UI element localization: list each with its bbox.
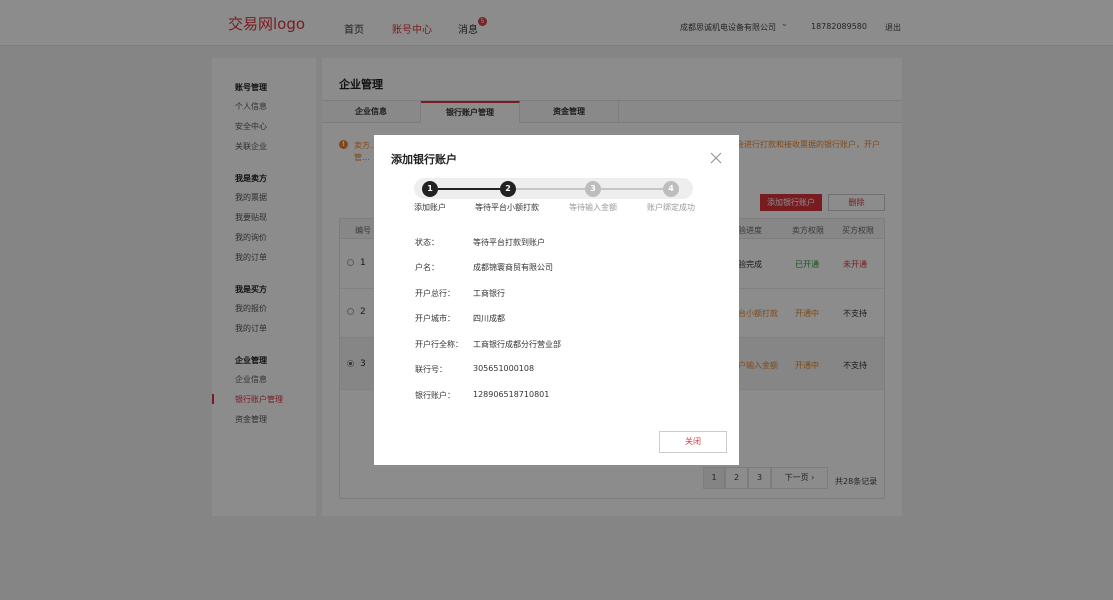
field-value-branch-name: 工商银行成都分行营业部 (473, 340, 561, 349)
step-connector (601, 188, 663, 190)
field-label-account-number: 银行账户： (415, 391, 455, 400)
step-2-circle: 2 (500, 181, 516, 197)
close-button[interactable]: 关闭 (659, 431, 727, 453)
step-1-label: 添加账户 (414, 203, 446, 212)
field-label-city: 开户城市： (415, 314, 455, 323)
step-4-circle: 4 (663, 181, 679, 197)
step-connector (438, 188, 500, 190)
field-value-bank-code: 305651000108 (473, 364, 535, 373)
field-label-branch-name: 开户行全称： (415, 340, 463, 349)
field-value-city: 四川成都 (473, 314, 505, 323)
dialog-title: 添加银行账户 (391, 153, 457, 166)
field-value-head-bank: 工商银行 (473, 289, 505, 298)
add-bank-account-dialog: 添加银行账户 1 2 3 4 添加账户 等待平台小额打款 等待输入金额 账户绑定… (374, 135, 739, 465)
step-4-label: 账户绑定成功 (647, 203, 695, 212)
close-icon[interactable] (709, 151, 723, 165)
step-connector (516, 188, 585, 190)
step-3-circle: 3 (585, 181, 601, 197)
step-3-label: 等待输入金额 (569, 203, 617, 212)
step-2-label: 等待平台小额打款 (475, 203, 539, 212)
field-label-account-name: 户名： (415, 263, 439, 272)
field-label-head-bank: 开户总行： (415, 289, 455, 298)
step-1-circle: 1 (422, 181, 438, 197)
field-value-account-name: 成都锦寰商贸有限公司 (473, 263, 553, 272)
field-value-account-number: 128906518710801 (473, 390, 550, 399)
field-label-bank-code: 联行号： (415, 365, 447, 374)
field-value-status: 等待平台打款到账户 (473, 238, 545, 247)
field-label-status: 状态： (415, 238, 439, 247)
